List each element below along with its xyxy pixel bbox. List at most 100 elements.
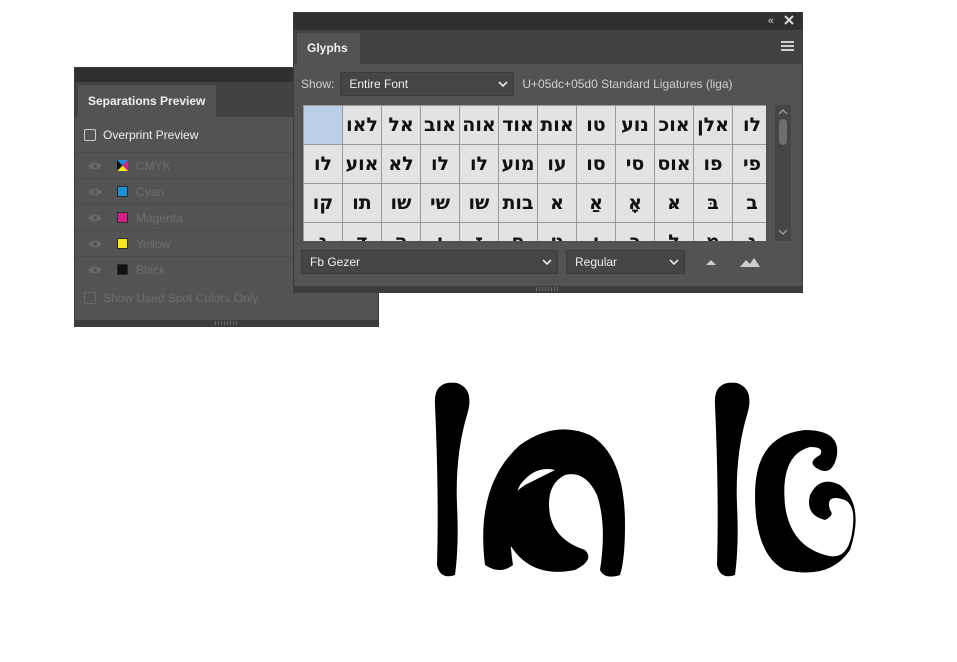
separation-label: Black — [136, 262, 166, 277]
overprint-preview-checkbox[interactable] — [84, 129, 96, 141]
black-swatch — [117, 264, 128, 275]
font-family-dropdown[interactable]: Fb Gezer — [301, 250, 558, 274]
chevron-down-icon — [668, 256, 680, 271]
scroll-thumb[interactable] — [779, 119, 787, 145]
separation-label: Magenta — [136, 210, 183, 225]
cyan-swatch — [117, 186, 128, 197]
glyph-cell[interactable]: פי — [733, 145, 766, 183]
glyph-cell[interactable]: נוע — [616, 106, 654, 144]
glyph-cell[interactable]: אַ — [577, 184, 615, 222]
show-label: Show: — [301, 77, 335, 91]
zoom-out-icon[interactable] — [704, 256, 718, 270]
glyph-cell[interactable]: ב — [733, 184, 766, 222]
glyph-cell[interactable] — [304, 106, 342, 144]
glyph-grid[interactable]: לאו אל אוב אוה אוד אות טו נוע אוכ אלן לו לו אוע לא לו ל… — [303, 105, 766, 241]
glyph-cell[interactable]: אוה — [460, 106, 498, 144]
panel-menu-icon[interactable] — [781, 41, 794, 51]
font-family-value: Fb Gezer — [310, 255, 361, 269]
glyph-cell[interactable]: לו — [304, 145, 342, 183]
chevron-down-icon — [497, 78, 509, 93]
glyph-cell[interactable]: כ — [616, 223, 654, 241]
eye-icon[interactable] — [87, 213, 103, 223]
glyph-cell[interactable]: ה — [382, 223, 420, 241]
glyph-cell[interactable]: ל — [655, 223, 693, 241]
glyph-cell[interactable]: ז — [460, 223, 498, 241]
glyph-cell[interactable]: אוכ — [655, 106, 693, 144]
spot-colors-option[interactable]: Show Used Spot Colors Only — [84, 291, 258, 305]
eye-icon[interactable] — [87, 161, 103, 171]
yellow-swatch — [117, 238, 128, 249]
glyph-cell[interactable]: ט — [538, 223, 576, 241]
resize-grip[interactable] — [75, 320, 378, 326]
glyph-cell[interactable]: שי — [421, 184, 459, 222]
glyph-info: U+05dc+05d0 Standard Ligatures (liga) — [522, 77, 733, 91]
eye-icon[interactable] — [87, 187, 103, 197]
glyph-cell[interactable]: לו — [733, 106, 766, 144]
zoom-in-icon[interactable] — [739, 256, 761, 271]
glyph-cell[interactable]: לאו — [343, 106, 381, 144]
show-dropdown[interactable]: Entire Font — [340, 72, 515, 96]
separation-label: Cyan — [136, 184, 165, 199]
glyph-cell[interactable]: אוב — [421, 106, 459, 144]
glyph-cell[interactable]: טו — [577, 106, 615, 144]
glyph-cell[interactable]: מוע — [499, 145, 537, 183]
glyphs-panel: « Glyphs Show: Entire Font U+05dc+05d0 S… — [294, 13, 802, 292]
glyph-cell[interactable]: אוד — [499, 106, 537, 144]
glyph-cell[interactable]: תו — [343, 184, 381, 222]
separation-label: CMYK — [136, 158, 171, 173]
chevron-down-icon — [541, 256, 553, 271]
glyph-cell[interactable]: לו — [421, 145, 459, 183]
glyph-cell[interactable]: שו — [460, 184, 498, 222]
overprint-preview-label: Overprint Preview — [103, 128, 199, 142]
font-style-value: Regular — [575, 255, 618, 269]
close-icon[interactable] — [784, 14, 794, 28]
glyph-cell[interactable]: ג — [304, 223, 342, 241]
glyph-cell[interactable]: אָ — [616, 184, 654, 222]
glyph-cell[interactable]: א — [538, 184, 576, 222]
glyph-cell[interactable]: פו — [694, 145, 732, 183]
collapse-icon[interactable]: « — [768, 15, 774, 27]
glyph-cell[interactable]: לא — [382, 145, 420, 183]
show-row: Show: Entire Font U+05dc+05d0 Standard L… — [301, 71, 733, 97]
overprint-preview-option[interactable]: Overprint Preview — [84, 128, 198, 142]
glyph-cell[interactable]: אלן — [694, 106, 732, 144]
glyph-cell[interactable]: י — [577, 223, 615, 241]
glyph-cell[interactable]: אל — [382, 106, 420, 144]
glyph-cell[interactable]: נ — [733, 223, 766, 241]
glyph-cell[interactable]: ו — [421, 223, 459, 241]
glyph-cell[interactable]: אוע — [343, 145, 381, 183]
glyph-cell[interactable]: סו — [577, 145, 615, 183]
scroll-up-icon[interactable] — [777, 106, 789, 120]
glyph-cell[interactable]: מ — [694, 223, 732, 241]
panel-tab-row: Glyphs — [294, 30, 802, 64]
show-value: Entire Font — [349, 77, 409, 91]
glyph-cell[interactable]: בּ — [694, 184, 732, 222]
scroll-down-icon[interactable] — [777, 226, 789, 240]
magenta-swatch — [117, 212, 128, 223]
eye-icon[interactable] — [87, 265, 103, 275]
resize-grip[interactable] — [294, 286, 802, 292]
separation-label: Yellow — [136, 236, 171, 251]
glyph-cell[interactable]: לו — [460, 145, 498, 183]
eye-icon[interactable] — [87, 239, 103, 249]
spot-colors-label: Show Used Spot Colors Only — [103, 291, 259, 305]
glyph-cell[interactable]: בות — [499, 184, 537, 222]
glyph-cell[interactable]: אּ — [655, 184, 693, 222]
glyph-cell[interactable]: שו — [382, 184, 420, 222]
glyph-cell[interactable]: ח — [499, 223, 537, 241]
font-selector-row: Fb Gezer Regular — [301, 250, 685, 274]
glyph-cell[interactable]: קו — [304, 184, 342, 222]
glyph-cell[interactable]: אות — [538, 106, 576, 144]
spot-colors-checkbox[interactable] — [84, 292, 96, 304]
font-style-dropdown[interactable]: Regular — [566, 250, 685, 274]
panel-titlebar[interactable]: « — [294, 13, 802, 30]
tab-glyphs[interactable]: Glyphs — [297, 33, 360, 64]
glyph-preview-artwork — [425, 375, 857, 588]
glyph-cell[interactable]: עו — [538, 145, 576, 183]
glyph-cell[interactable]: סי — [616, 145, 654, 183]
glyph-grid-scrollbar[interactable] — [775, 105, 791, 241]
glyph-cell[interactable]: אוס — [655, 145, 693, 183]
cmyk-swatch-icon — [117, 160, 128, 171]
tab-separations-preview[interactable]: Separations Preview — [78, 85, 216, 117]
glyph-cell[interactable]: ד — [343, 223, 381, 241]
